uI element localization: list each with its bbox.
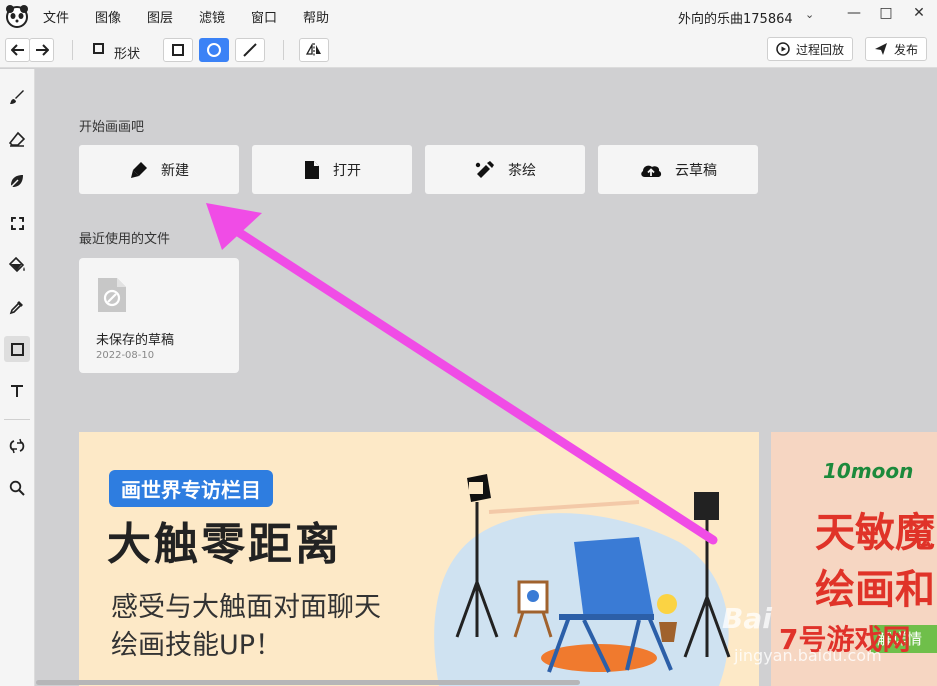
replay-label: 过程回放 bbox=[796, 42, 845, 57]
tea-drawing-button[interactable]: 茶绘 bbox=[425, 145, 585, 194]
menu-filter[interactable]: 滤镜 bbox=[199, 7, 225, 26]
search-icon bbox=[9, 480, 25, 496]
draft-file-icon bbox=[98, 278, 126, 312]
banner-headline: 大触零距离 bbox=[107, 519, 342, 570]
smudge-tool[interactable] bbox=[4, 168, 30, 194]
open-label: 打开 bbox=[333, 162, 361, 179]
recent-file-date: 2022-08-10 bbox=[96, 350, 155, 361]
transform-tool[interactable] bbox=[4, 433, 30, 459]
menu-bar: 文件 图像 图层 滤镜 窗口 帮助 外向的乐曲175864 ⌄ — □ ✕ bbox=[0, 0, 937, 32]
ellipse-tool-button[interactable] bbox=[199, 38, 229, 62]
marquee-icon bbox=[10, 216, 24, 230]
menu-image[interactable]: 图像 bbox=[95, 7, 121, 26]
eyedropper-icon bbox=[9, 301, 23, 315]
flip-horizontal-icon bbox=[306, 43, 321, 57]
leaf-icon bbox=[10, 175, 23, 188]
text-tool[interactable] bbox=[4, 378, 30, 404]
brand-logo: 10moon bbox=[823, 459, 914, 483]
chevron-down-icon[interactable]: ⌄ bbox=[805, 8, 814, 21]
close-button[interactable]: ✕ bbox=[905, 2, 933, 24]
menu-help[interactable]: 帮助 bbox=[303, 7, 329, 26]
toolbar-divider bbox=[283, 40, 284, 60]
line-tool-button[interactable] bbox=[235, 38, 265, 62]
horizontal-scrollbar[interactable] bbox=[36, 680, 580, 685]
eyedropper-tool[interactable] bbox=[4, 294, 30, 320]
recent-file-card[interactable]: 未保存的草稿 2022-08-10 bbox=[79, 258, 239, 373]
baidu-watermark: Bai bbox=[722, 602, 772, 635]
file-icon bbox=[305, 160, 319, 179]
start-title: 开始画画吧 bbox=[79, 120, 145, 135]
banner-line-2: 绘画技能UP！ bbox=[111, 630, 283, 661]
menu-layer[interactable]: 图层 bbox=[147, 7, 173, 26]
cloud-draft-label: 云草稿 bbox=[675, 162, 717, 179]
redo-button[interactable] bbox=[29, 38, 54, 62]
publish-button[interactable]: 发布 bbox=[865, 37, 928, 61]
brush-tool[interactable] bbox=[4, 84, 30, 110]
rectangle-tool-button[interactable] bbox=[163, 38, 193, 62]
undo-icon bbox=[10, 44, 24, 56]
flip-button[interactable] bbox=[299, 38, 329, 62]
new-button[interactable]: 新建 bbox=[79, 145, 239, 194]
selection-tool[interactable] bbox=[4, 210, 30, 236]
tea-drawing-label: 茶绘 bbox=[508, 162, 536, 179]
eraser-tool[interactable] bbox=[4, 126, 30, 152]
circle-icon bbox=[207, 43, 221, 57]
pen-icon bbox=[131, 161, 147, 178]
banner2-line-1: 天敏魔 bbox=[815, 510, 935, 556]
app-logo-icon bbox=[6, 5, 28, 28]
line-icon bbox=[243, 43, 257, 57]
tea-drawing-icon bbox=[475, 160, 494, 178]
menu-window[interactable]: 窗口 bbox=[251, 7, 277, 26]
rectangle-icon bbox=[172, 44, 184, 56]
zoom-tool[interactable] bbox=[4, 475, 30, 501]
user-name[interactable]: 外向的乐曲175864 bbox=[678, 8, 793, 27]
publish-label: 发布 bbox=[894, 42, 919, 57]
fill-tool[interactable] bbox=[4, 252, 30, 278]
rotate-icon bbox=[9, 438, 25, 454]
shape-label: 形状 bbox=[114, 47, 141, 62]
banner2-line-2: 绘画和 bbox=[815, 567, 935, 613]
brush-icon bbox=[10, 90, 24, 104]
jingyan-watermark: jingyan.baidu.com bbox=[734, 646, 882, 665]
banner-line-1: 感受与大触面对面聊天 bbox=[111, 592, 381, 623]
cloud-upload-icon bbox=[641, 165, 662, 177]
shape-checkbox[interactable] bbox=[93, 43, 104, 54]
square-icon bbox=[10, 342, 24, 356]
undo-button[interactable] bbox=[5, 38, 30, 62]
replay-icon bbox=[776, 42, 790, 56]
paint-bucket-icon bbox=[8, 257, 25, 273]
redo-icon bbox=[35, 44, 49, 56]
toolbar-divider bbox=[72, 40, 73, 60]
text-icon bbox=[11, 385, 23, 397]
replay-button[interactable]: 过程回放 bbox=[767, 37, 854, 61]
promo-banner[interactable]: 画世界专访栏目 大触零距离 感受与大触面对面聊天 绘画技能UP！ bbox=[79, 432, 759, 686]
eraser-icon bbox=[9, 131, 25, 147]
menu-file[interactable]: 文件 bbox=[43, 7, 69, 26]
banner-tag: 画世界专访栏目 bbox=[109, 470, 273, 507]
sidebar-divider bbox=[4, 419, 30, 420]
send-icon bbox=[875, 43, 887, 55]
shape-tool[interactable] bbox=[4, 336, 30, 362]
recent-file-name: 未保存的草稿 bbox=[96, 333, 175, 348]
recent-title: 最近使用的文件 bbox=[79, 232, 171, 247]
minimize-button[interactable]: — bbox=[840, 2, 868, 24]
cloud-draft-button[interactable]: 云草稿 bbox=[598, 145, 758, 194]
new-label: 新建 bbox=[161, 162, 189, 179]
open-button[interactable]: 打开 bbox=[252, 145, 412, 194]
maximize-button[interactable]: □ bbox=[872, 2, 900, 24]
